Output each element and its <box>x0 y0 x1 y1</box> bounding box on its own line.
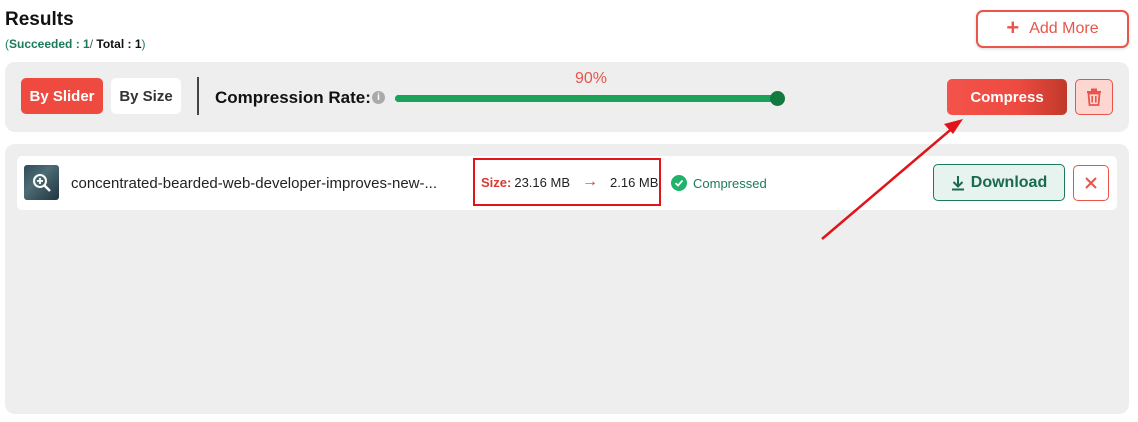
file-row: concentrated-bearded-web-developer-impro… <box>17 156 1117 210</box>
compression-rate-value: 90% <box>575 70 608 87</box>
succeeded-count: Succeeded : 1 <box>9 37 90 51</box>
compression-slider-fill <box>395 95 741 102</box>
tab-by-size[interactable]: By Size <box>111 78 181 114</box>
download-label: Download <box>970 173 1048 191</box>
page-title: Results <box>5 9 74 30</box>
download-button[interactable]: Download <box>933 164 1065 201</box>
compression-slider-track[interactable] <box>395 95 779 102</box>
total-count: Total : 1 <box>93 37 142 51</box>
add-more-label: Add More <box>1029 20 1099 37</box>
download-icon <box>951 175 964 190</box>
file-name: concentrated-bearded-web-developer-impro… <box>71 175 438 192</box>
status-badge: Compressed <box>671 175 767 191</box>
compression-toolbar: By Slider By Size Compression Rate: i 90… <box>5 62 1129 132</box>
info-icon[interactable]: i <box>372 91 385 104</box>
toolbar-divider <box>197 77 199 115</box>
check-circle-icon <box>671 175 687 191</box>
tab-by-slider[interactable]: By Slider <box>21 78 103 114</box>
file-thumbnail[interactable] <box>24 165 59 200</box>
status-text: Compressed <box>693 175 767 191</box>
compressed-size: 2.16 MB <box>610 174 659 190</box>
zoom-in-icon <box>32 173 51 192</box>
results-stats: (Succeeded : 1/ Total : 1) <box>5 37 146 51</box>
results-panel: concentrated-bearded-web-developer-impro… <box>5 144 1129 414</box>
compression-rate-label: Compression Rate: <box>215 88 371 107</box>
plus-icon: + <box>1006 15 1020 40</box>
arrow-right-icon: → <box>582 173 598 190</box>
original-size: 23.16 MB <box>514 174 570 190</box>
add-more-button[interactable]: + Add More <box>976 10 1129 48</box>
stats-close-paren: ) <box>141 37 146 51</box>
compress-button[interactable]: Compress <box>947 79 1067 115</box>
compression-slider-thumb[interactable] <box>770 91 785 106</box>
size-comparison: Size: 23.16 MB → 2.16 MB <box>473 158 661 206</box>
trash-icon <box>1087 88 1101 106</box>
remove-file-button[interactable] <box>1073 165 1109 201</box>
close-icon <box>1085 177 1097 189</box>
delete-all-button[interactable] <box>1075 79 1113 115</box>
size-label: Size: <box>481 174 512 190</box>
